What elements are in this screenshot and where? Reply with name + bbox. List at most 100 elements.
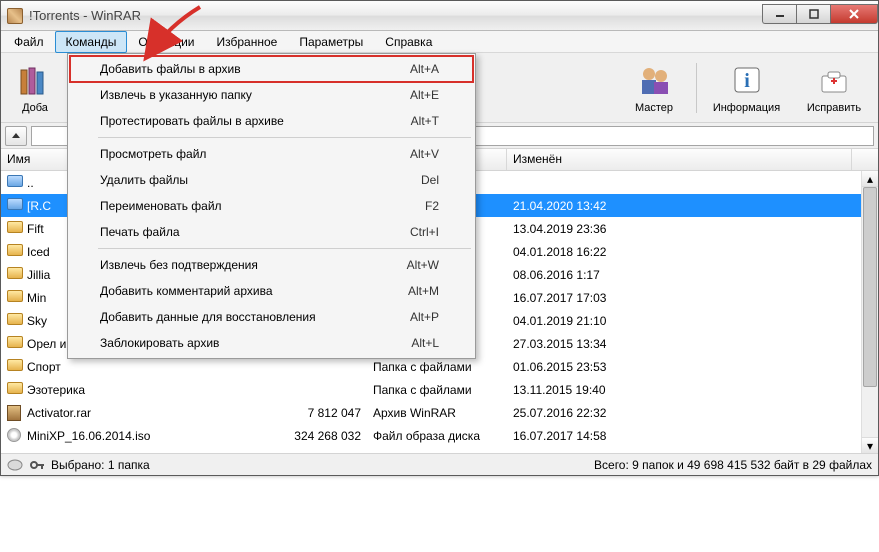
maximize-button[interactable] [796,4,830,24]
file-date: 13.04.2019 23:36 [507,222,847,236]
folder-icon [7,198,23,214]
file-name: MiniXP_16.06.2014.iso [27,429,150,443]
menuitem-shortcut: Alt+A [410,62,439,76]
menu-файл[interactable]: Файл [3,31,55,53]
menuitem-label: Извлечь без подтверждения [100,258,258,272]
file-date: 08.06.2016 1:17 [507,268,847,282]
titlebar[interactable]: !Torrents - WinRAR [1,1,878,31]
menuitem-shortcut: Alt+V [410,147,439,161]
vertical-scrollbar[interactable]: ▴ ▾ [861,171,878,453]
toolbar-add-button[interactable]: Доба [5,55,65,121]
wizard-icon [636,62,672,98]
menuitem-shortcut: Alt+T [411,114,439,128]
menuitem-shortcut: Alt+E [410,88,439,102]
menuitem[interactable]: Заблокировать архив Alt+L [70,330,473,356]
status-bar: Выбрано: 1 папка Всего: 9 папок и 49 698… [1,453,878,475]
menuitem[interactable]: Добавить файлы в архив Alt+A [70,56,473,82]
archive-icon [7,405,23,421]
up-button[interactable] [5,126,27,146]
menuitem-shortcut: Alt+W [407,258,439,272]
table-row[interactable]: MiniXP_16.06.2014.iso324 268 032Файл обр… [1,424,878,447]
menuitem[interactable]: Добавить комментарий архиваAlt+M [70,278,473,304]
menuitem-shortcut: Alt+M [408,284,439,298]
status-left: Выбрано: 1 папка [51,458,150,472]
menu-операции[interactable]: Операции [127,31,205,53]
toolbar-label: Исправить [807,102,861,114]
file-name: Min [27,291,46,305]
file-date: 04.01.2019 21:10 [507,314,847,328]
status-right: Всего: 9 папок и 49 698 415 532 байт в 2… [594,458,872,472]
table-row[interactable]: Activator.rar7 812 047Архив WinRAR25.07.… [1,401,878,424]
folder-icon [7,313,23,329]
file-name: Fift [27,222,44,236]
menuitem-label: Переименовать файл [100,199,222,213]
menuitem[interactable]: Извлечь без подтверждения Alt+W [70,252,473,278]
file-name: .. [27,176,34,190]
repair-icon [816,62,852,98]
menuitem-label: Протестировать файлы в архиве [100,114,284,128]
menuitem-label: Добавить файлы в архив [100,62,241,76]
col-date[interactable]: Изменён [507,149,852,170]
scroll-down-icon[interactable]: ▾ [862,437,878,453]
commands-menu: Добавить файлы в архив Alt+A Извлечь в ука… [67,53,476,359]
folder-icon [7,244,23,260]
folder-icon [7,221,23,237]
toolbar-info-button[interactable]: i Информация [699,55,794,121]
menuitem[interactable]: Извлечь в указанную папку Alt+E [70,82,473,108]
menuitem-label: Удалить файлы [100,173,188,187]
file-name: [R.C [27,199,51,213]
file-name: Jillia [27,268,50,282]
close-button[interactable] [830,4,878,24]
scroll-thumb[interactable] [863,187,877,387]
menuitem[interactable]: Просмотреть файл Alt+V [70,141,473,167]
file-name: Sky [27,314,47,328]
svg-text:i: i [744,70,750,92]
file-date: 01.06.2015 23:53 [507,360,847,374]
books-icon [17,62,53,98]
menuitem[interactable]: Печать файла Ctrl+I [70,219,473,245]
scroll-up-icon[interactable]: ▴ [862,171,878,187]
file-type: Папка с файлами [367,383,507,397]
toolbar-repair-button[interactable]: Исправить [794,55,874,121]
file-date: 16.07.2017 17:03 [507,291,847,305]
menuitem-shortcut: F2 [425,199,439,213]
folder-icon [7,359,23,375]
folder-icon [7,175,23,191]
menuitem-label: Просмотреть файл [100,147,206,161]
menuitem[interactable]: Переименовать файл F2 [70,193,473,219]
toolbar-wizard-button[interactable]: Мастер [614,55,694,121]
menu-справка[interactable]: Справка [374,31,443,53]
menuitem-label: Печать файла [100,225,180,239]
menuitem-shortcut: Ctrl+I [410,225,439,239]
folder-icon [7,290,23,306]
key-icon [29,458,45,472]
table-row[interactable]: ЭзотерикаПапка с файлами13.11.2015 19:40 [1,378,878,401]
file-type: Архив WinRAR [367,406,507,420]
file-name: Спорт [27,360,61,374]
file-type: Папка с файлами [367,360,507,374]
folder-icon [7,336,23,352]
menu-избранное[interactable]: Избранное [206,31,289,53]
menuitem-label: Заблокировать архив [100,336,219,350]
menuitem[interactable]: Добавить данные для восстановленияAlt+P [70,304,473,330]
folder-icon [7,267,23,283]
file-size: 324 268 032 [284,429,367,443]
disc-icon [7,428,23,444]
app-icon [7,8,23,24]
toolbar-separator [696,63,697,113]
menu-команды[interactable]: Команды [55,31,128,53]
menu-параметры[interactable]: Параметры [288,31,374,53]
toolbar-label: Информация [713,102,780,114]
file-size: 7 812 047 [284,406,367,420]
menuitem[interactable]: Удалить файлы Del [70,167,473,193]
toolbar-label: Мастер [635,102,673,114]
file-name: Iced [27,245,50,259]
menuitem[interactable]: Протестировать файлы в архиве Alt+T [70,108,473,134]
menuitem-label: Извлечь в указанную папку [100,88,252,102]
menuitem-shortcut: Alt+L [411,336,439,350]
menuitem-label: Добавить данные для восстановления [100,310,316,324]
file-date: 21.04.2020 13:42 [507,199,847,213]
minimize-button[interactable] [762,4,796,24]
menuitem-shortcut: Del [421,173,439,187]
menu-separator [98,248,471,249]
